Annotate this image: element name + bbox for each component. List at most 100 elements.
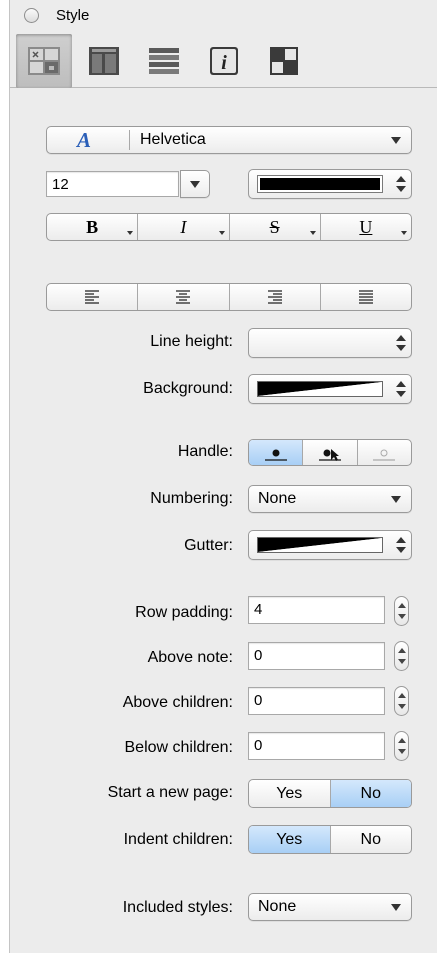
chevron-down-icon xyxy=(190,181,200,188)
strikethrough-button[interactable]: S xyxy=(230,214,321,240)
gutter-label: Gutter: xyxy=(184,537,233,554)
start-new-page-segmented: Yes No xyxy=(248,779,412,808)
chevron-down-icon xyxy=(391,904,401,911)
font-size-field[interactable]: 12 xyxy=(46,171,179,197)
above-note-label: Above note: xyxy=(147,649,233,666)
below-children-value: 0 xyxy=(254,737,263,754)
handle-segmented xyxy=(248,439,412,466)
above-note-stepper[interactable] xyxy=(394,641,409,671)
row-padding-value: 4 xyxy=(254,601,263,618)
background-gradient-swatch xyxy=(257,381,383,397)
chevron-down-icon xyxy=(218,231,225,235)
chevron-down-icon xyxy=(127,231,134,235)
italic-button[interactable]: I xyxy=(138,214,230,240)
chevron-down-icon xyxy=(391,137,401,144)
chevron-down-icon xyxy=(309,231,316,235)
align-justify-button[interactable] xyxy=(321,284,411,310)
cell-style-icon[interactable] xyxy=(16,34,72,88)
indent-children-label: Indent children: xyxy=(123,831,233,848)
handle-hover-button[interactable] xyxy=(303,440,358,465)
align-right-button[interactable] xyxy=(230,284,321,310)
row-padding-label: Row padding: xyxy=(135,604,233,621)
svg-text:i: i xyxy=(221,52,227,74)
stepper-icon[interactable] xyxy=(396,537,406,553)
align-justify-icon xyxy=(358,290,373,304)
line-height-label: Line height: xyxy=(150,333,233,350)
below-children-stepper[interactable] xyxy=(394,731,409,761)
included-styles-value: None xyxy=(258,898,297,915)
above-note-value: 0 xyxy=(254,647,263,664)
numbering-value: None xyxy=(258,490,297,507)
above-children-label: Above children: xyxy=(122,694,233,711)
below-children-label: Below children: xyxy=(124,739,234,756)
yes-label: Yes xyxy=(276,784,303,802)
yes-label: Yes xyxy=(276,830,303,848)
bold-button[interactable]: B xyxy=(47,214,139,240)
row-padding-stepper[interactable] xyxy=(394,596,409,626)
underline-button[interactable]: U xyxy=(321,214,411,240)
chevron-down-icon xyxy=(401,231,407,235)
included-styles-label: Included styles: xyxy=(122,899,233,916)
background-label: Background: xyxy=(143,380,233,397)
checker-icon[interactable] xyxy=(256,34,312,88)
included-styles-popup[interactable]: None xyxy=(248,893,412,921)
font-icon[interactable]: A xyxy=(77,128,91,153)
handle-label: Handle: xyxy=(177,443,233,460)
panel-toggle-icon[interactable] xyxy=(24,8,39,23)
no-label: No xyxy=(360,784,381,802)
font-divider xyxy=(129,130,130,150)
handle-cursor-icon xyxy=(318,448,341,461)
font-color-swatch xyxy=(257,175,383,193)
numbering-popup[interactable]: None xyxy=(248,485,412,513)
text-style-buttons: B I S U xyxy=(46,213,412,241)
font-family-popup[interactable]: A Helvetica xyxy=(46,126,412,154)
color-stepper-icon[interactable] xyxy=(396,176,406,192)
align-left-icon xyxy=(85,290,100,304)
align-center-icon xyxy=(176,290,191,304)
stepper-icon xyxy=(396,335,406,351)
panel-title: Style xyxy=(56,7,90,24)
align-center-button[interactable] xyxy=(138,284,230,310)
underline-label: U xyxy=(359,216,373,237)
align-left-button[interactable] xyxy=(47,284,139,310)
background-gradient-well[interactable] xyxy=(248,374,412,404)
style-inspector-panel: Style i A Helvetica 12 B I S U Line heig… xyxy=(9,0,437,953)
strike-label: S xyxy=(269,216,280,237)
indent-children-no[interactable]: No xyxy=(331,826,412,853)
start-new-page-label: Start a new page: xyxy=(107,784,233,801)
handle-dot-icon xyxy=(264,449,287,461)
handle-always-button[interactable] xyxy=(249,440,304,465)
font-size-dropdown[interactable] xyxy=(180,170,210,198)
columns-icon[interactable] xyxy=(76,34,132,88)
start-new-page-no[interactable]: No xyxy=(330,780,411,807)
stepper-icon[interactable] xyxy=(396,381,406,397)
font-size-value: 12 xyxy=(52,176,69,193)
inspector-toolbar: i xyxy=(10,34,437,88)
above-children-field[interactable]: 0 xyxy=(248,687,385,715)
above-children-value: 0 xyxy=(254,692,263,709)
font-family-value: Helvetica xyxy=(140,131,206,148)
align-right-icon xyxy=(267,290,282,304)
below-children-field[interactable]: 0 xyxy=(248,732,385,760)
panel-titlebar: Style xyxy=(10,0,437,32)
bold-label: B xyxy=(86,216,99,237)
indent-children-segmented: Yes No xyxy=(248,825,412,854)
gutter-gradient-well[interactable] xyxy=(248,530,412,560)
gutter-gradient-swatch xyxy=(257,537,383,553)
handle-never-button[interactable] xyxy=(358,440,411,465)
alignment-buttons xyxy=(46,283,412,311)
info-icon[interactable]: i xyxy=(196,34,252,88)
italic-label: I xyxy=(180,216,187,237)
line-height-popup[interactable] xyxy=(248,328,412,358)
no-label: No xyxy=(360,830,381,848)
row-padding-field[interactable]: 4 xyxy=(248,596,385,624)
chevron-down-icon xyxy=(391,496,401,503)
rows-icon[interactable] xyxy=(136,34,192,88)
above-note-field[interactable]: 0 xyxy=(248,642,385,670)
above-children-stepper[interactable] xyxy=(394,686,409,716)
handle-hidden-icon xyxy=(373,449,396,461)
start-new-page-yes[interactable]: Yes xyxy=(249,780,331,807)
font-color-well[interactable] xyxy=(248,169,412,199)
indent-children-yes[interactable]: Yes xyxy=(249,826,331,853)
numbering-label: Numbering: xyxy=(150,490,233,507)
